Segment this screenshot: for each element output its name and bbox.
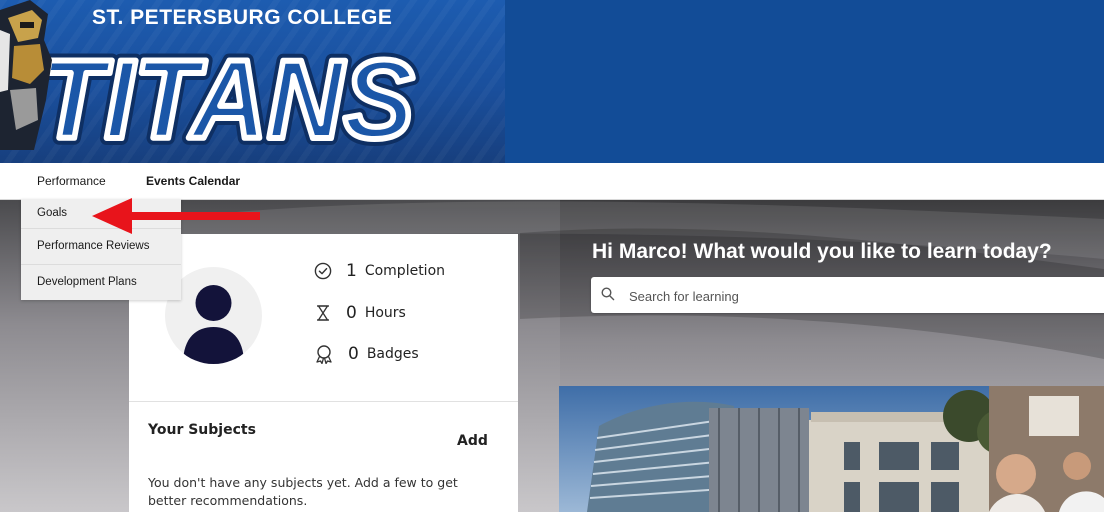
completion-count: 1	[346, 261, 357, 281]
stat-badges: 0 Badges	[314, 342, 419, 366]
badges-label: Badges	[366, 346, 419, 362]
badges-count: 0	[348, 344, 359, 364]
stat-completion: 1 Completion	[314, 259, 445, 283]
profile-card: 1 Completion 0 Hours 0 Badges Your Subje…	[129, 234, 518, 524]
subjects-empty-message: You don't have any subjects yet. Add a f…	[148, 475, 458, 508]
card-divider	[129, 401, 518, 402]
search-box[interactable]	[591, 277, 1104, 315]
nav-events-calendar[interactable]: Events Calendar	[146, 174, 240, 188]
hours-count: 0	[346, 303, 357, 323]
greeting-heading: Hi Marco! What would you like to learn t…	[592, 240, 1052, 263]
top-nav: Performance Events Calendar	[0, 163, 1104, 200]
add-subject-button[interactable]: Add	[457, 433, 488, 449]
hours-label: Hours	[364, 305, 406, 321]
your-subjects-heading: Your Subjects	[148, 422, 256, 438]
header-banner: ST. PETERSBURG COLLEGE TITANS TITANS	[0, 0, 1104, 163]
stat-hours: 0 Hours	[314, 301, 406, 325]
completion-label: Completion	[364, 263, 446, 279]
badge-icon	[316, 345, 332, 364]
search-input[interactable]	[627, 277, 1101, 315]
menu-item-development-plans[interactable]: Development Plans	[21, 265, 181, 300]
hourglass-icon	[317, 305, 329, 321]
titans-logo: TITANS TITANS	[36, 30, 421, 155]
red-arrow-icon	[92, 198, 260, 234]
search-icon	[601, 287, 615, 301]
check-circle-icon	[314, 262, 332, 280]
campus-building-photo[interactable]	[559, 386, 1104, 512]
building-image	[559, 386, 1104, 512]
college-logo-area: ST. PETERSBURG COLLEGE TITANS TITANS	[0, 0, 505, 163]
titans-wordmark-overlay: TITANS	[40, 37, 414, 155]
nav-performance[interactable]: Performance	[37, 174, 106, 188]
titan-mascot-icon	[0, 0, 52, 150]
college-name: ST. PETERSBURG COLLEGE	[92, 6, 393, 29]
